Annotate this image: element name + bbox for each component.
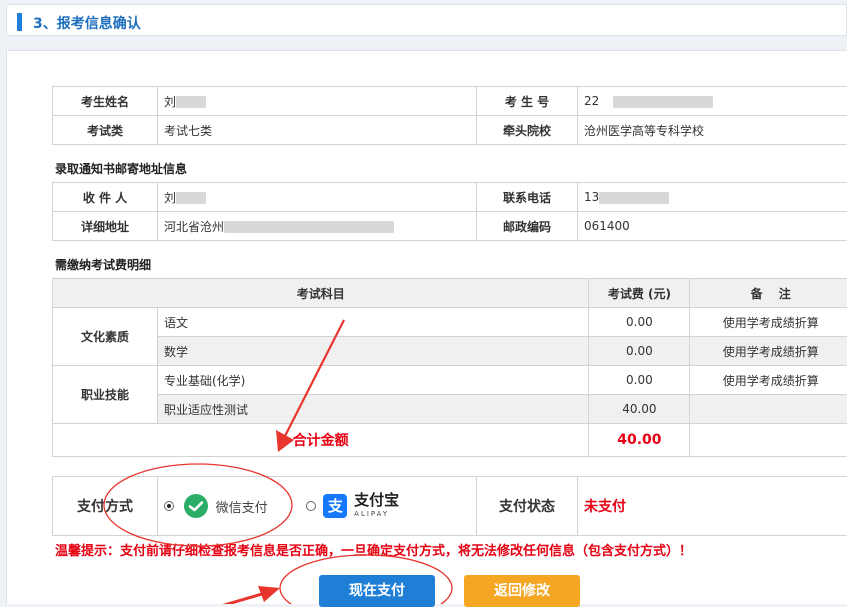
alipay-option[interactable]: 支 支付宝 ALIPAY — [306, 492, 400, 520]
alipay-radio[interactable] — [306, 501, 316, 511]
wechat-radio[interactable] — [164, 501, 174, 511]
payment-status-label: 支付状态 — [477, 477, 578, 536]
pay-now-button[interactable]: 现在支付 — [319, 575, 435, 607]
back-edit-button[interactable]: 返回修改 — [464, 575, 580, 607]
total-value-cell: 40.00 — [589, 424, 690, 457]
fee-header-remark: 备 注 — [690, 279, 847, 308]
mail-section-title: 录取通知书邮寄地址信息 — [55, 160, 187, 177]
wechat-option[interactable]: 微信支付 — [164, 494, 268, 518]
wechat-pay-icon — [184, 494, 208, 518]
payment-status-value: 未支付 — [584, 499, 626, 515]
zip-label: 邮政编码 — [477, 212, 578, 241]
subject-cell: 数学 — [158, 337, 589, 366]
exam-no-value: 22 — [578, 87, 847, 116]
fee-cell: 0.00 — [589, 308, 690, 337]
fee-cell: 0.00 — [589, 337, 690, 366]
total-label-cell: 合计金额 — [53, 424, 589, 457]
fee-cell: 40.00 — [589, 395, 690, 424]
total-label: 合计金额 — [293, 433, 349, 449]
phone-value: 13 — [578, 183, 847, 212]
zip-value: 061400 — [578, 212, 847, 241]
payment-table: 支付方式 微信支付 支 支付宝 ALIPAY 支付状态 未支付 — [52, 476, 847, 536]
candidate-info-table: 考生姓名 刘 考 生 号 22 考试类 考试七类 牵头院校 沧州医学高等专科学校 — [52, 86, 847, 145]
total-remark-cell — [690, 424, 847, 457]
school-label: 牵头院校 — [477, 116, 578, 145]
group-name: 文化素质 — [53, 308, 158, 366]
warning-tip: 温馨提示：支付前请仔细检查报考信息是否正确，一旦确定支付方式，将无法修改任何信息… — [55, 540, 692, 559]
remark-cell: 使用学考成绩折算 — [690, 366, 847, 395]
fee-section-title: 需缴纳考试费明细 — [55, 256, 151, 273]
exam-type-value: 考试七类 — [158, 116, 477, 145]
section-accent-bar — [17, 13, 22, 31]
recipient-label: 收 件 人 — [53, 183, 158, 212]
subject-cell: 语文 — [158, 308, 589, 337]
subject-cell: 职业适应性测试 — [158, 395, 589, 424]
alipay-label: 支付宝 — [354, 492, 399, 508]
payment-status-cell: 未支付 — [578, 477, 847, 536]
school-value: 沧州医学高等专科学校 — [578, 116, 847, 145]
exam-no-label: 考 生 号 — [477, 87, 578, 116]
alipay-sub-label: ALIPAY — [354, 508, 399, 520]
fee-header-subject: 考试科目 — [53, 279, 589, 308]
remark-cell: 使用学考成绩折算 — [690, 308, 847, 337]
name-value: 刘 — [158, 87, 477, 116]
phone-label: 联系电话 — [477, 183, 578, 212]
exam-type-label: 考试类 — [53, 116, 158, 145]
section-title: 3、报考信息确认 — [33, 13, 141, 33]
fee-table: 考试科目 考试费 (元) 备 注 文化素质 语文 0.00 使用学考成绩折算 数… — [52, 278, 847, 457]
recipient-value: 刘 — [158, 183, 477, 212]
remark-cell — [690, 395, 847, 424]
name-label: 考生姓名 — [53, 87, 158, 116]
address-value: 河北省沧州 — [158, 212, 477, 241]
mail-info-table: 收 件 人 刘 联系电话 13 详细地址 河北省沧州 邮政编码 061400 — [52, 182, 847, 241]
alipay-icon: 支 — [323, 494, 347, 518]
payment-method-label: 支付方式 — [53, 477, 158, 536]
fee-cell: 0.00 — [589, 366, 690, 395]
wechat-pay-label: 微信支付 — [216, 501, 268, 516]
group-name: 职业技能 — [53, 366, 158, 424]
subject-cell: 专业基础(化学) — [158, 366, 589, 395]
section-header: 3、报考信息确认 — [6, 4, 847, 36]
payment-options: 微信支付 支 支付宝 ALIPAY — [158, 477, 477, 536]
fee-header-fee: 考试费 (元) — [589, 279, 690, 308]
remark-cell: 使用学考成绩折算 — [690, 337, 847, 366]
total-value: 40.00 — [617, 432, 661, 448]
address-label: 详细地址 — [53, 212, 158, 241]
